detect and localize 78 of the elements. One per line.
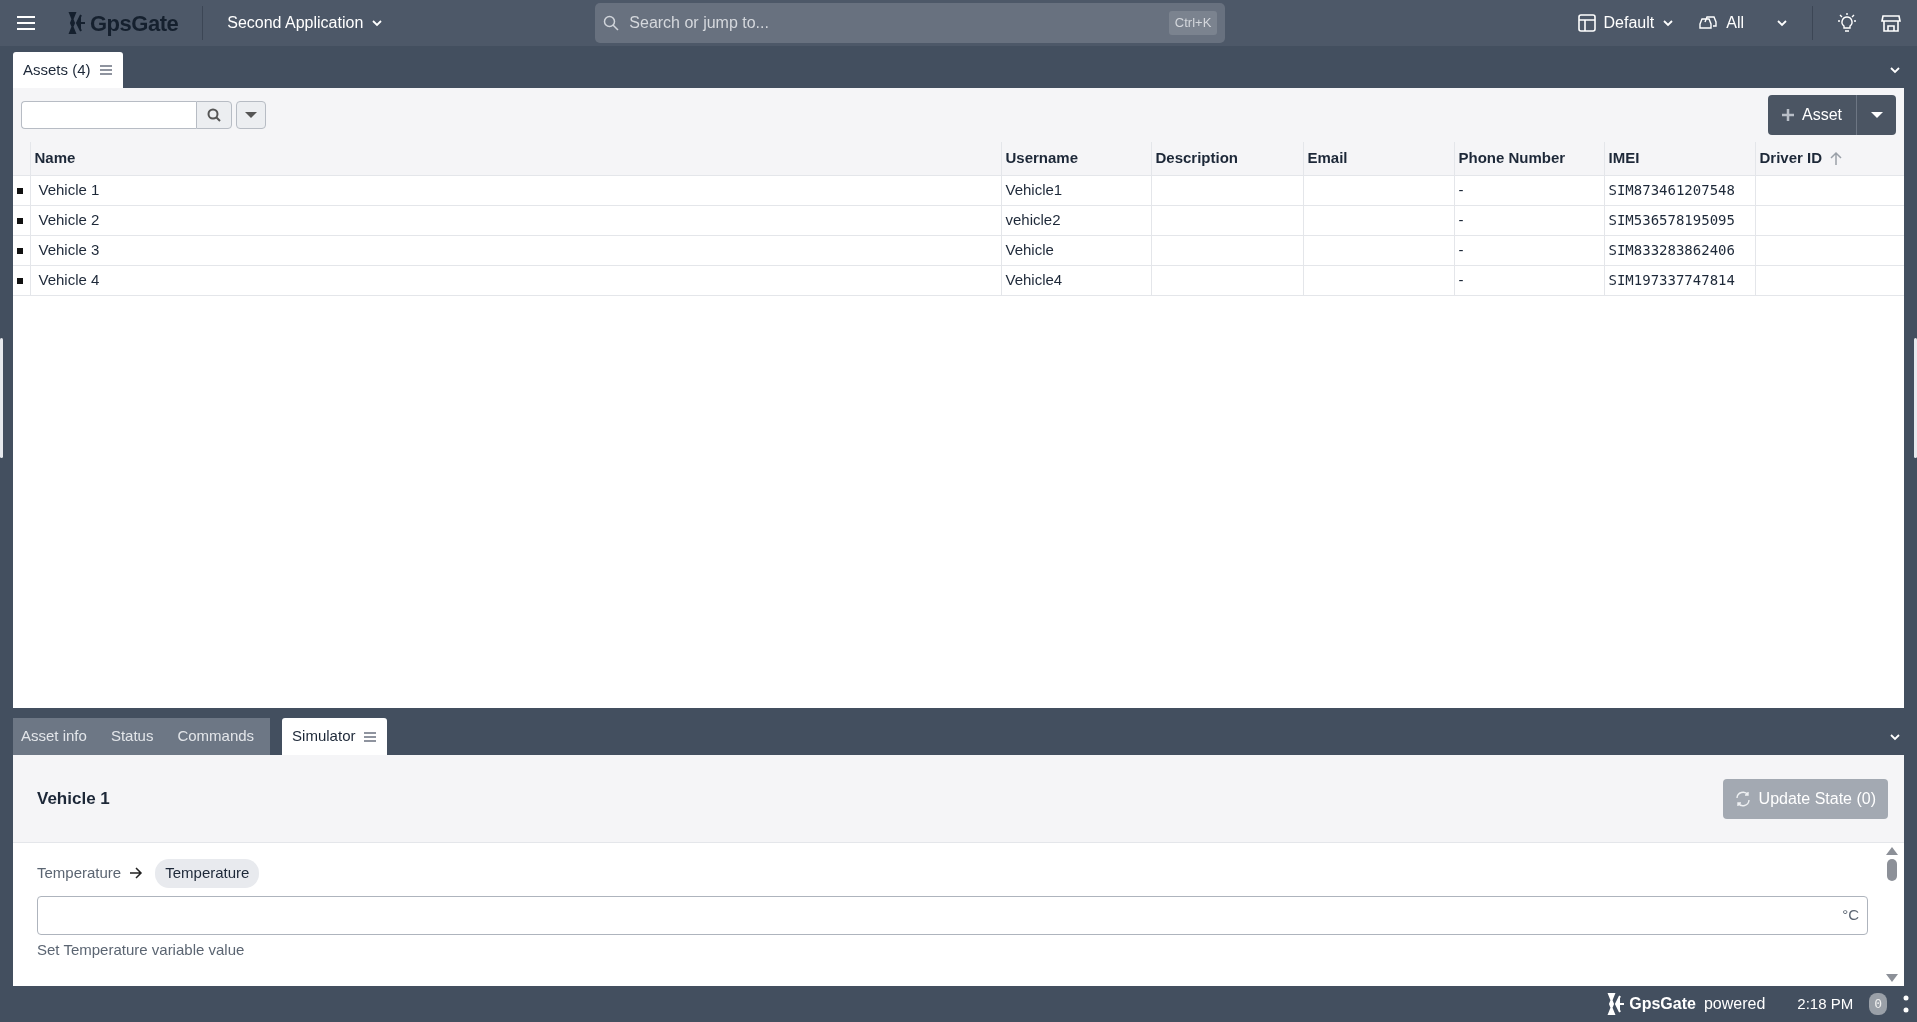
more-vertical-icon[interactable]: [1903, 995, 1909, 1013]
powered-label: powered: [1703, 994, 1766, 1014]
row-marker-icon: [17, 217, 23, 224]
menu-icon[interactable]: [363, 730, 378, 743]
refresh-icon: [1734, 790, 1751, 807]
row-marker-icon: [17, 277, 23, 284]
logo-text: GpsGate: [1629, 994, 1696, 1014]
scroll-down-icon[interactable]: [1886, 974, 1898, 982]
table-cell: -: [1454, 235, 1604, 265]
panel-tab[interactable]: Commands: [169, 718, 271, 755]
table-cell: vehicle2: [1001, 205, 1151, 235]
table-cell: -: [1454, 205, 1604, 235]
resize-handle[interactable]: [0, 338, 3, 458]
application-selector[interactable]: Second Application: [227, 11, 384, 35]
panel-tab[interactable]: Asset info: [13, 718, 103, 755]
asset-title: Vehicle 1: [37, 787, 110, 810]
column-header[interactable]: IMEI: [1604, 142, 1755, 175]
variable-target-chip: Temperature: [155, 859, 260, 888]
column-header[interactable]: Email: [1303, 142, 1454, 175]
cars-icon: [1698, 15, 1719, 31]
chevron-down-icon[interactable]: [1662, 19, 1675, 27]
filter-field[interactable]: [21, 101, 196, 129]
panel-tab[interactable]: Status: [102, 718, 170, 755]
logo-mark-icon: [1607, 992, 1626, 1016]
scrollbar-thumb[interactable]: [1887, 859, 1897, 881]
clock-time: 2:18 PM: [1797, 993, 1854, 1014]
column-header[interactable]: Description: [1151, 142, 1303, 175]
table-cell: Vehicle 1: [30, 175, 1001, 205]
panel-tab[interactable]: Simulator: [282, 718, 388, 755]
layout-icon: [1577, 14, 1596, 32]
add-options-button[interactable]: [1856, 95, 1896, 135]
table-cell: -: [1454, 175, 1604, 205]
shortcut-hint: Ctrl+K: [1168, 11, 1218, 35]
view-selector[interactable]: Default: [1577, 11, 1675, 35]
row-marker-icon: [17, 247, 23, 254]
unit-label: °C: [1842, 904, 1859, 925]
table-cell: SIM536578195095: [1604, 205, 1755, 235]
logo-mark-icon: [68, 11, 86, 35]
filter-dropdown-button[interactable]: [236, 101, 266, 129]
table-cell: Vehicle 3: [30, 235, 1001, 265]
table-cell: SIM873461207548: [1604, 175, 1755, 205]
search-button[interactable]: [196, 101, 232, 129]
plus-icon: [1782, 109, 1794, 121]
table-cell: Vehicle 4: [30, 265, 1001, 295]
menu-icon[interactable]: [98, 64, 113, 76]
caret-down-icon: [245, 112, 257, 118]
arrow-right-icon: [129, 867, 144, 880]
caret-down-icon: [1870, 112, 1883, 118]
search-field[interactable]: Search or jump to...: [627, 10, 1161, 36]
panel-tab[interactable]: Assets (4): [13, 52, 123, 88]
chevron-down-icon[interactable]: [1889, 65, 1901, 74]
table-cell: -: [1454, 265, 1604, 295]
chevron-down-icon[interactable]: [1889, 732, 1901, 741]
add-asset-button[interactable]: Asset: [1768, 95, 1856, 135]
table-cell: Vehicle: [1001, 235, 1151, 265]
column-header[interactable]: Username: [1001, 142, 1151, 175]
value-field[interactable]: °C: [37, 895, 1868, 935]
table-cell: Vehicle1: [1001, 175, 1151, 205]
scroll-up-icon[interactable]: [1886, 847, 1898, 855]
chevron-down-icon[interactable]: [1776, 19, 1788, 27]
asset-filter-selector[interactable]: All: [1698, 11, 1788, 35]
column-header[interactable]: Driver ID: [1755, 142, 1904, 175]
table-cell: SIM197337747814: [1604, 265, 1755, 295]
search-icon: [207, 108, 221, 122]
lightbulb-icon[interactable]: [1837, 13, 1857, 33]
store-icon[interactable]: [1881, 13, 1901, 33]
variable-source: Temperature: [37, 863, 122, 883]
chevron-down-icon[interactable]: [371, 19, 384, 27]
table-cell: Vehicle4: [1001, 265, 1151, 295]
column-header[interactable]: Phone Number: [1454, 142, 1604, 175]
search-icon: [603, 15, 620, 31]
logo-text: GpsGate: [90, 9, 179, 38]
table-cell: SIM833283862406: [1604, 235, 1755, 265]
resize-handle[interactable]: [1914, 338, 1917, 458]
help-text: Set Temperature variable value: [37, 939, 246, 960]
column-header[interactable]: Name: [30, 142, 1001, 175]
row-marker-icon: [17, 187, 23, 194]
table-cell: Vehicle 2: [30, 205, 1001, 235]
